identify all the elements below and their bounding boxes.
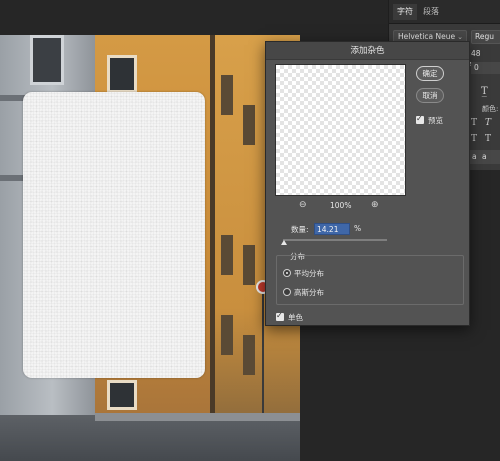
- antialias-icon: a: [472, 152, 477, 161]
- dialog-title: 添加杂色: [266, 42, 469, 60]
- window-shutter: [221, 75, 233, 115]
- uniform-radio[interactable]: [283, 269, 291, 277]
- monochromatic-checkbox[interactable]: [276, 310, 284, 322]
- preview-checkbox[interactable]: [416, 113, 424, 125]
- tab-paragraph[interactable]: 段落: [419, 4, 443, 20]
- building-window: [107, 380, 137, 410]
- antialias-select[interactable]: a a: [468, 150, 500, 164]
- noise-card-layer[interactable]: [23, 92, 205, 378]
- window-shutter: [243, 105, 255, 145]
- zoom-in-icon[interactable]: ⊕: [371, 200, 379, 210]
- gaussian-radio[interactable]: [283, 288, 291, 296]
- antialias-value: a: [482, 152, 487, 161]
- color-label: 颜色:: [482, 105, 499, 113]
- font-size-value: 48: [471, 49, 481, 58]
- street: [0, 415, 300, 461]
- panel-tabs: 字符 段落: [389, 0, 500, 24]
- amount-label: 数量:: [291, 225, 309, 234]
- font-size-field[interactable]: 48: [471, 48, 500, 60]
- photoshop-workspace: 字符 段落 Helvetica Neue ⌄ Regu T 48 V/A 0 T…: [0, 0, 500, 461]
- gaussian-label: 高斯分布: [294, 288, 324, 297]
- vertical-scale-icon[interactable]: T̲: [481, 86, 488, 97]
- window-shutter: [243, 335, 255, 375]
- window-shutter: [221, 235, 233, 275]
- distribution-group: 平均分布 高斯分布: [276, 255, 464, 305]
- sidewalk-curb: [95, 413, 300, 421]
- zoom-level: 100%: [330, 201, 352, 210]
- amount-unit: %: [354, 224, 362, 233]
- preview-label: 预览: [428, 116, 443, 125]
- font-family-value: Helvetica Neue: [398, 32, 456, 41]
- amount-slider-thumb[interactable]: [281, 240, 287, 245]
- faux-bold-icon[interactable]: T: [471, 118, 477, 128]
- monochromatic-label: 单色: [288, 313, 303, 322]
- add-noise-dialog: 添加杂色 确定 取消 预览 ⊖ 100% ⊕ 数量: 14.21 % 分布 平均…: [265, 41, 470, 326]
- uniform-label: 平均分布: [294, 269, 324, 278]
- faux-italic-icon[interactable]: T: [485, 118, 491, 128]
- sign-pole: [262, 294, 264, 414]
- superscript-icon[interactable]: T: [471, 134, 477, 144]
- building-window: [30, 35, 64, 85]
- tracking-field[interactable]: 0: [471, 62, 500, 74]
- cancel-button[interactable]: 取消: [416, 88, 444, 103]
- subscript-icon[interactable]: T: [485, 134, 491, 144]
- ok-button[interactable]: 确定: [416, 66, 444, 81]
- zoom-out-icon[interactable]: ⊖: [299, 200, 307, 210]
- filter-preview[interactable]: [275, 64, 406, 196]
- building-window: [107, 55, 137, 93]
- amount-input[interactable]: 14.21: [314, 223, 350, 235]
- window-shutter: [221, 315, 233, 355]
- tab-character[interactable]: 字符: [393, 4, 417, 20]
- font-style-select[interactable]: Regu: [471, 30, 500, 44]
- amount-slider-track[interactable]: [283, 239, 387, 241]
- window-shutter: [243, 245, 255, 285]
